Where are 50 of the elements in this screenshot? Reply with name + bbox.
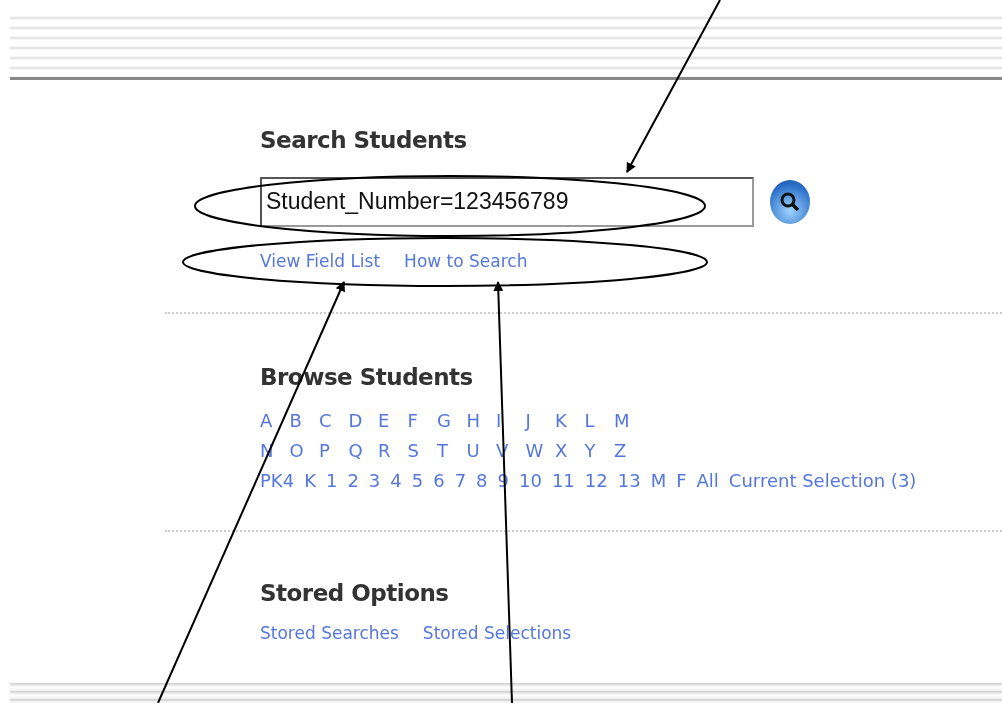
link[interactable]: F [407,409,418,431]
link[interactable]: P [319,439,330,461]
link[interactable]: 13 [617,465,641,496]
link[interactable]: C [319,409,332,431]
link[interactable]: H [466,409,481,431]
link[interactable]: 8 [476,465,488,496]
link[interactable]: M [650,465,667,496]
link[interactable]: J [525,409,531,431]
link[interactable]: 2 [347,465,359,496]
link[interactable]: T [437,439,448,461]
link[interactable]: G [437,409,451,431]
link[interactable]: 5 [411,465,424,496]
link[interactable]: 10 [519,465,542,496]
link[interactable]: Current Selection (3) [728,465,917,496]
link[interactable]: E [378,409,390,431]
link[interactable]: 12 [584,465,608,496]
link[interactable]: K [304,465,316,496]
link[interactable]: U [466,439,480,461]
search-field[interactable]: Student_Number=123456789 [260,176,754,227]
link[interactable]: 6 [433,465,445,496]
search-button[interactable] [770,179,810,224]
link[interactable]: 1 [325,465,338,496]
link[interactable]: Y [584,439,596,461]
link[interactable]: All [696,465,719,496]
section-heading: Search Students [260,127,468,155]
link[interactable]: 4 [390,465,402,496]
link[interactable]: Stored Searches [260,621,399,647]
link[interactable]: 7 [454,465,467,496]
link[interactable]: View Field List [260,248,381,275]
link[interactable]: M [614,409,630,431]
link[interactable]: F [676,465,687,496]
link[interactable]: X [555,439,568,461]
link[interactable]: D [348,409,363,431]
link[interactable]: S [407,439,419,461]
link[interactable]: B [289,409,302,431]
link[interactable]: W [525,439,544,461]
link[interactable]: I [496,409,502,431]
link[interactable]: O [289,439,304,461]
link[interactable]: Q [348,439,363,461]
link[interactable]: L [584,409,595,431]
search-icon [779,191,801,214]
link[interactable]: 3 [368,465,381,496]
link[interactable]: Z [614,439,627,461]
link[interactable]: A [260,409,273,431]
link[interactable]: How to Search [404,248,528,275]
link[interactable]: PK4 [260,465,295,496]
link[interactable]: R [378,439,391,461]
section-heading: Stored Options [260,579,450,608]
link[interactable]: 11 [551,465,575,496]
link[interactable]: K [555,409,567,431]
